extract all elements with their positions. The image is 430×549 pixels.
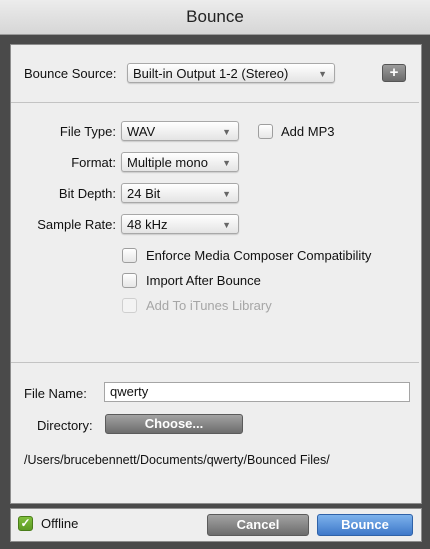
import-after-bounce-label: Import After Bounce xyxy=(146,273,261,288)
offline-checkbox[interactable]: ✓ xyxy=(18,516,33,531)
file-name-input[interactable]: qwerty xyxy=(104,382,410,402)
cancel-button[interactable]: Cancel xyxy=(207,514,309,536)
bit-depth-label: Bit Depth: xyxy=(58,186,116,201)
section-divider xyxy=(11,102,419,103)
add-to-itunes-checkbox xyxy=(122,298,137,313)
offline-label: Offline xyxy=(41,516,79,531)
add-source-button[interactable]: + xyxy=(382,64,406,82)
file-name-label: File Name: xyxy=(24,386,87,401)
add-mp3-checkbox[interactable] xyxy=(258,124,273,139)
choose-directory-button[interactable]: Choose... xyxy=(105,414,243,434)
file-type-select[interactable]: WAV ▼ xyxy=(121,121,239,141)
chevron-down-icon: ▼ xyxy=(222,220,231,230)
chevron-down-icon: ▼ xyxy=(222,189,231,199)
file-type-label: File Type: xyxy=(59,124,116,139)
sample-rate-label: Sample Rate: xyxy=(37,217,116,232)
chevron-down-icon: ▼ xyxy=(318,69,327,79)
format-select[interactable]: Multiple mono ▼ xyxy=(121,152,239,172)
enforce-media-composer-checkbox[interactable] xyxy=(122,248,137,263)
enforce-media-composer-label: Enforce Media Composer Compatibility xyxy=(146,248,372,263)
import-after-bounce-checkbox[interactable] xyxy=(122,273,137,288)
chevron-down-icon: ▼ xyxy=(222,158,231,168)
sample-rate-value: 48 kHz xyxy=(127,217,168,232)
bit-depth-select[interactable]: 24 Bit ▼ xyxy=(121,183,239,203)
bounce-source-value: Built-in Output 1-2 (Stereo) xyxy=(133,66,289,81)
add-mp3-label: Add MP3 xyxy=(281,124,335,139)
window-title: Bounce xyxy=(0,0,430,35)
chevron-down-icon: ▼ xyxy=(222,127,231,137)
directory-path: /Users/brucebennett/Documents/qwerty/Bou… xyxy=(24,453,330,467)
add-to-itunes-label: Add To iTunes Library xyxy=(146,298,272,313)
bounce-dialog: Bounce Bounce Source: Built-in Output 1-… xyxy=(0,0,430,549)
section-divider xyxy=(11,362,419,363)
format-value: Multiple mono xyxy=(127,155,208,170)
directory-label: Directory: xyxy=(37,418,93,433)
bounce-button[interactable]: Bounce xyxy=(317,514,413,536)
format-label: Format: xyxy=(71,155,116,170)
bounce-source-label: Bounce Source: xyxy=(24,66,117,81)
bit-depth-value: 24 Bit xyxy=(127,186,161,201)
bounce-source-select[interactable]: Built-in Output 1-2 (Stereo) ▼ xyxy=(127,63,335,83)
sample-rate-select[interactable]: 48 kHz ▼ xyxy=(121,214,239,234)
file-type-value: WAV xyxy=(127,124,156,139)
